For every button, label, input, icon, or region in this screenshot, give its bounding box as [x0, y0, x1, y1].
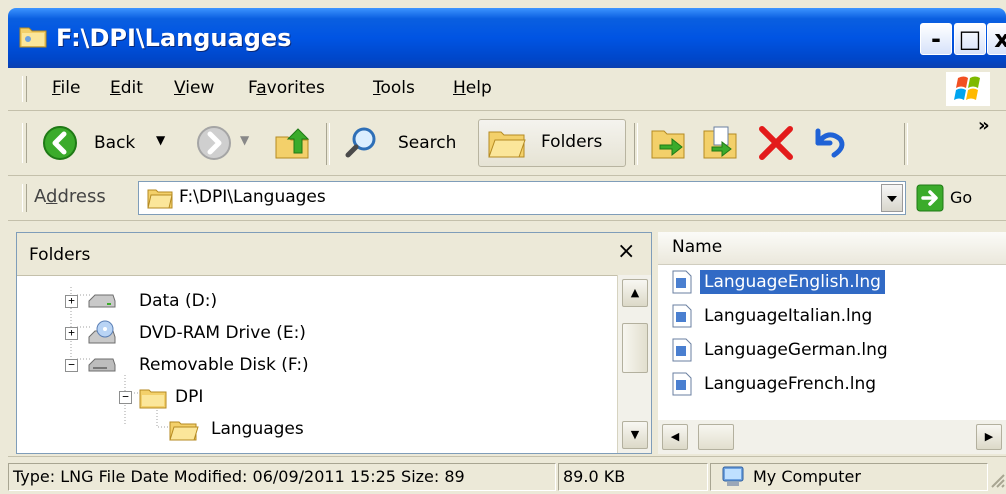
tree-item-label: Removable Disk (F:) [139, 355, 309, 375]
scroll-thumb[interactable] [698, 424, 734, 450]
folders-vertical-scrollbar[interactable]: ▲ ▼ [617, 275, 651, 453]
tree-collapse-toggle[interactable]: − [119, 391, 132, 404]
menu-view[interactable]: View [174, 78, 214, 98]
address-bar: Address F:\DPI\Languages Go [8, 176, 1006, 221]
removable-disk-icon [88, 358, 116, 372]
folders-pane-title: Folders [29, 245, 91, 265]
hard-drive-icon [88, 294, 116, 308]
up-folder-icon[interactable] [272, 123, 312, 163]
go-button[interactable]: Go [914, 182, 984, 214]
address-folder-icon [147, 189, 173, 209]
toolbar-separator [634, 123, 638, 165]
window-title: F:\DPI\Languages [56, 24, 292, 52]
delete-icon[interactable] [756, 123, 796, 163]
address-value: F:\DPI\Languages [179, 187, 326, 207]
copy-to-icon[interactable] [700, 123, 740, 163]
go-arrow-icon [916, 184, 944, 212]
maximize-button[interactable]: □ [954, 23, 986, 55]
lng-file-icon [672, 270, 692, 294]
minimize-button[interactable]: - [920, 23, 952, 55]
lng-file-icon [672, 372, 692, 396]
tree-item-label: Languages [211, 419, 304, 439]
scroll-up-button[interactable]: ▲ [622, 279, 648, 307]
tree-item-label: Data (D:) [139, 291, 218, 311]
lng-file-icon [672, 338, 692, 362]
my-computer-icon [722, 466, 744, 486]
address-label: Address [34, 186, 106, 207]
undo-icon[interactable] [808, 123, 848, 163]
chevron-down-icon [887, 196, 897, 202]
tree-item-label: DVD-RAM Drive (E:) [139, 323, 306, 343]
tree-item-label: DPI [175, 387, 204, 407]
forward-button[interactable]: ▼ [190, 121, 260, 165]
go-label: Go [950, 188, 973, 207]
folder-icon [139, 389, 167, 409]
folders-icon [488, 131, 526, 158]
tree-expand-toggle[interactable]: + [65, 295, 78, 308]
search-label: Search [398, 133, 457, 153]
forward-dropdown-icon[interactable]: ▼ [240, 133, 249, 147]
address-grip[interactable] [22, 184, 27, 212]
file-name: LanguageGerman.lng [704, 340, 888, 360]
scroll-thumb[interactable] [622, 323, 648, 373]
folders-button[interactable]: Folders [478, 119, 626, 167]
file-name: LanguageFrench.lng [704, 374, 877, 394]
menu-file[interactable]: File [52, 78, 80, 98]
dvd-drive-icon [88, 320, 116, 344]
forward-arrow-icon [197, 126, 231, 160]
file-item-languagefrench[interactable]: LanguageFrench.lng [672, 368, 932, 400]
menu-favorites[interactable]: Favorites [248, 78, 325, 98]
folder-open-icon [169, 421, 199, 441]
folders-pane-close-button[interactable]: × [617, 239, 635, 264]
toolbar-grip[interactable] [22, 123, 27, 163]
file-name: LanguageItalian.lng [704, 306, 873, 326]
lng-file-icon [672, 304, 692, 328]
scroll-down-button[interactable]: ▼ [622, 421, 648, 449]
file-item-languageenglish[interactable]: LanguageEnglish.lng [672, 266, 932, 298]
scroll-left-button[interactable]: ◀ [662, 424, 688, 450]
search-icon [345, 127, 376, 158]
title-bar[interactable]: F:\DPI\Languages - □ x [8, 8, 1006, 68]
status-bar: Type: LNG File Date Modified: 06/09/2011… [8, 456, 1006, 494]
toolbar-separator [904, 123, 908, 165]
resize-grip-icon[interactable] [988, 471, 1006, 489]
windows-logo-icon [946, 72, 990, 106]
folders-pane: Folders × + Data (D:) + DVD-RAM Drive (E… [16, 232, 652, 454]
menu-edit[interactable]: Edit [110, 78, 143, 98]
file-item-languagegerman[interactable]: LanguageGerman.lng [672, 334, 932, 366]
tree-expand-toggle[interactable]: + [65, 327, 78, 340]
menu-help[interactable]: Help [453, 78, 492, 98]
back-label: Back [94, 133, 136, 153]
menu-bar: File Edit View Favorites Tools Help [8, 68, 1006, 111]
folder-window-icon [19, 27, 47, 48]
files-horizontal-scrollbar[interactable]: ◀ ▶ [658, 420, 1006, 454]
folders-pane-header: Folders × [17, 233, 651, 276]
move-to-icon[interactable] [648, 123, 688, 163]
scroll-right-button[interactable]: ▶ [976, 424, 1002, 450]
file-name: LanguageEnglish.lng [700, 270, 885, 294]
back-button[interactable]: Back ▼ [36, 121, 184, 165]
status-zone: My Computer [710, 463, 988, 491]
back-dropdown-icon[interactable]: ▼ [156, 133, 165, 147]
toolbar-separator [326, 123, 330, 165]
menu-tools[interactable]: Tools [373, 78, 415, 98]
standard-toolbar: Back ▼ ▼ Search Folders » [8, 111, 1006, 176]
status-info: Type: LNG File Date Modified: 06/09/2011… [8, 463, 556, 491]
file-item-languageitalian[interactable]: LanguageItalian.lng [672, 300, 932, 332]
name-column-header[interactable]: Name [658, 232, 1006, 265]
tree-collapse-toggle[interactable]: − [65, 359, 78, 372]
close-button[interactable]: x [987, 23, 1006, 55]
address-input[interactable]: F:\DPI\Languages [138, 181, 906, 215]
status-size: 89.0 KB [558, 463, 708, 491]
file-list-pane: Name LanguageEnglish.lng LanguageItalian… [658, 232, 1006, 454]
menubar-grip[interactable] [22, 76, 27, 102]
folders-label: Folders [541, 132, 603, 152]
toolbar-overflow-button[interactable]: » [978, 115, 990, 136]
explorer-window: F:\DPI\Languages - □ x File Edit View Fa… [0, 0, 1006, 494]
back-arrow-icon [43, 126, 77, 160]
name-column-label: Name [672, 237, 723, 257]
search-button[interactable]: Search [338, 121, 470, 165]
status-zone-label: My Computer [753, 467, 861, 486]
address-dropdown-button[interactable] [881, 184, 903, 212]
